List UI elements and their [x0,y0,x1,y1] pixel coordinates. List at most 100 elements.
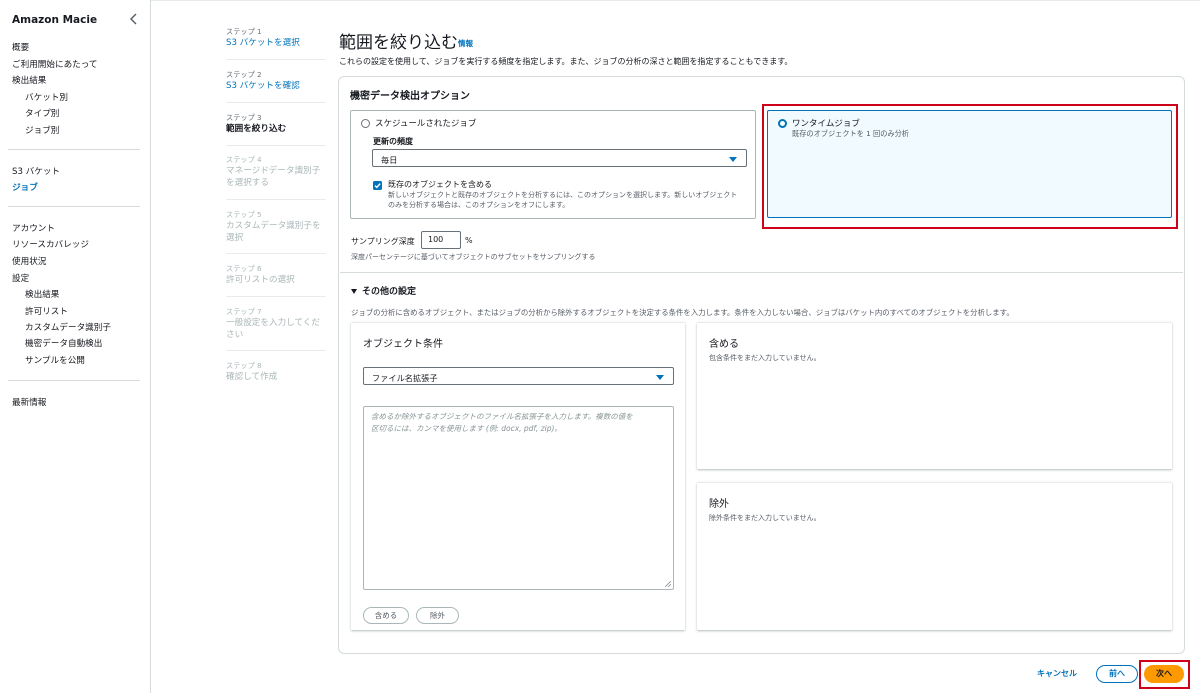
chevron-left-icon [130,13,137,25]
step-divider [226,199,326,200]
sidebar-divider [8,380,140,381]
step-link[interactable]: S3 バケットを選択 [226,37,328,49]
wizard-step-4: ステップ 4 マネージドデータ識別子を選択する [226,154,328,189]
exclude-panel-empty: 除外条件をまだ入力していません。 [709,514,821,522]
wizard-step-1[interactable]: ステップ 1 S3 バケットを選択 [226,26,328,49]
section-divider [340,272,1183,273]
sampling-depth-hint: 深度パーセンテージに基づいてオブジェクトのサブセットをサンプリングする [351,253,596,261]
criteria-values-textarea[interactable]: 含めるか除外するオブジェクトのファイル名拡張子を入力します。複数の値を 区切るに… [363,406,674,590]
wizard-step-2[interactable]: ステップ 2 S3 バケットを確認 [226,69,328,92]
sidebar-item-getting-started[interactable]: ご利用開始にあたって [12,58,98,70]
sidebar-item-allow-lists[interactable]: 許可リスト [25,305,68,317]
criteria-type-value: ファイル名拡張子 [372,373,438,383]
textarea-placeholder-line2: 区切るには、カンマを使用します (例: docx, pdf, zip)。 [371,424,562,433]
include-panel-title: 含める [709,339,739,350]
step-divider [226,145,326,146]
object-criteria-panel: オブジェクト条件 ファイル名拡張子 含めるか除外するオブジェクトのファイル名拡張… [351,322,685,630]
scheduled-job-radio[interactable] [361,119,370,128]
sidebar-item-findings-by-job[interactable]: ジョブ別 [25,124,59,136]
sidebar-item-reveal-samples[interactable]: サンプルを公開 [25,354,85,366]
sidebar-item-findings[interactable]: 検出結果 [12,74,46,86]
step-label: カスタムデータ識別子を選択 [226,221,321,243]
sidebar-item-auto-discovery[interactable]: 機密データ自動検出 [25,337,102,349]
frequency-select[interactable]: 毎日 [372,149,747,167]
criteria-type-select[interactable]: ファイル名拡張子 [363,367,674,385]
page-description: これらの設定を使用して、ジョブを実行する頻度を指定します。また、ジョブの分析の深… [339,57,793,66]
step-number: ステップ 3 [226,113,262,122]
onetime-job-subtitle: 既存のオブジェクトを 1 回のみ分析 [792,129,909,138]
step-number: ステップ 8 [226,361,262,370]
step-number: ステップ 2 [226,70,262,79]
sidebar-item-findings-by-type[interactable]: タイプ別 [25,107,59,119]
wizard-step-7: ステップ 7 一般設定を入力してください [226,306,328,341]
previous-button[interactable]: 前へ [1096,665,1138,683]
collapse-sidebar-button[interactable] [128,12,140,26]
info-link[interactable]: 情報 [458,38,473,49]
scheduled-job-title: スケジュールされたジョブ [375,119,477,129]
sidebar-divider [8,149,140,150]
include-panel-empty: 包含条件をまだ入力していません。 [709,354,821,362]
sidebar: Amazon Macie 概要 ご利用開始にあたって 検出結果 バケット別 タイ… [0,0,151,693]
step-current-label: 範囲を絞り込む [226,124,287,134]
sidebar-item-overview[interactable]: 概要 [12,41,29,53]
step-number: ステップ 1 [226,27,262,36]
onetime-job-title: ワンタイムジョブ [792,119,860,129]
cancel-button[interactable]: キャンセル [1037,668,1077,679]
include-button[interactable]: 含める [363,607,409,624]
sidebar-item-custom-data-identifiers[interactable]: カスタムデータ識別子 [25,321,111,333]
sidebar-item-whats-new[interactable]: 最新情報 [12,396,46,408]
caret-down-icon [656,375,664,380]
sidebar-item-accounts[interactable]: アカウント [12,222,55,234]
step-number: ステップ 7 [226,307,262,316]
step-number: ステップ 6 [226,264,262,273]
sidebar-item-s3-buckets[interactable]: S3 バケット [12,165,60,177]
include-existing-title: 既存のオブジェクトを含める [388,180,492,189]
frequency-value: 毎日 [381,155,398,165]
sidebar-item-resource-coverage[interactable]: リソースカバレッジ [12,238,89,250]
scheduled-job-card[interactable]: スケジュールされたジョブ 更新の頻度 毎日 既存のオブジェクトを含める 新しいオ… [350,110,756,219]
sidebar-item-settings[interactable]: 設定 [12,272,29,284]
textarea-placeholder-line1: 含めるか除外するオブジェクトのファイル名拡張子を入力します。複数の値を [371,412,633,421]
additional-settings-description: ジョブの分析に含めるオブジェクト、またはジョブの分析から除外するオブジェクトを決… [351,308,1014,317]
sampling-depth-input[interactable]: 100 [421,231,461,249]
app-title: Amazon Macie [12,14,98,26]
sidebar-item-findings-by-bucket[interactable]: バケット別 [25,91,68,103]
wizard-step-5: ステップ 5 カスタムデータ識別子を選択 [226,209,328,244]
step-link[interactable]: S3 バケットを確認 [226,80,328,92]
sidebar-item-settings-findings[interactable]: 検出結果 [25,288,59,300]
caret-down-icon [351,289,357,294]
exclude-button[interactable]: 除外 [416,607,459,624]
additional-settings-title: その他の設定 [362,287,417,297]
step-number: ステップ 4 [226,155,262,164]
step-number: ステップ 5 [226,210,262,219]
include-existing-checkbox[interactable] [373,181,382,190]
include-conditions-panel: 含める 包含条件をまだ入力していません。 [697,322,1172,469]
sidebar-item-jobs[interactable]: ジョブ [12,181,38,193]
include-existing-desc-line2: のみを分析する場合は、このオプションをオフにします。 [388,201,570,209]
step-label: マネージドデータ識別子を選択する [226,166,321,188]
top-border [0,0,1200,1]
checkmark-icon [374,183,381,189]
additional-settings-toggle[interactable]: その他の設定 [351,284,416,297]
scope-container: 機密データ検出オプション スケジュールされたジョブ 更新の頻度 毎日 既存のオブ… [338,76,1185,654]
resize-grip-icon[interactable] [665,581,671,587]
object-criteria-title: オブジェクト条件 [363,339,443,350]
step-label: 一般設定を入力してください [226,318,321,340]
sidebar-divider [8,206,140,207]
include-existing-desc-line1: 新しいオブジェクトと既存のオブジェクトを分析するには、このオプションを選択します… [388,191,738,199]
detection-options-title: 機密データ検出オプション [350,91,470,102]
sampling-depth-unit: % [465,236,473,245]
frequency-label: 更新の頻度 [373,137,413,146]
onetime-job-card[interactable]: ワンタイムジョブ 既存のオブジェクトを 1 回のみ分析 [767,110,1172,218]
step-divider [226,296,326,297]
step-label: 確認して作成 [226,372,278,382]
next-button[interactable]: 次へ [1144,665,1184,683]
wizard-step-6: ステップ 6 許可リストの選択 [226,263,328,286]
page-title: 範囲を絞り込む [339,33,458,53]
exclude-panel-title: 除外 [709,499,729,510]
step-divider [226,59,326,60]
onetime-job-radio[interactable] [778,119,787,128]
step-divider [226,350,326,351]
wizard-step-8: ステップ 8 確認して作成 [226,360,328,383]
sidebar-item-usage[interactable]: 使用状況 [12,255,46,267]
